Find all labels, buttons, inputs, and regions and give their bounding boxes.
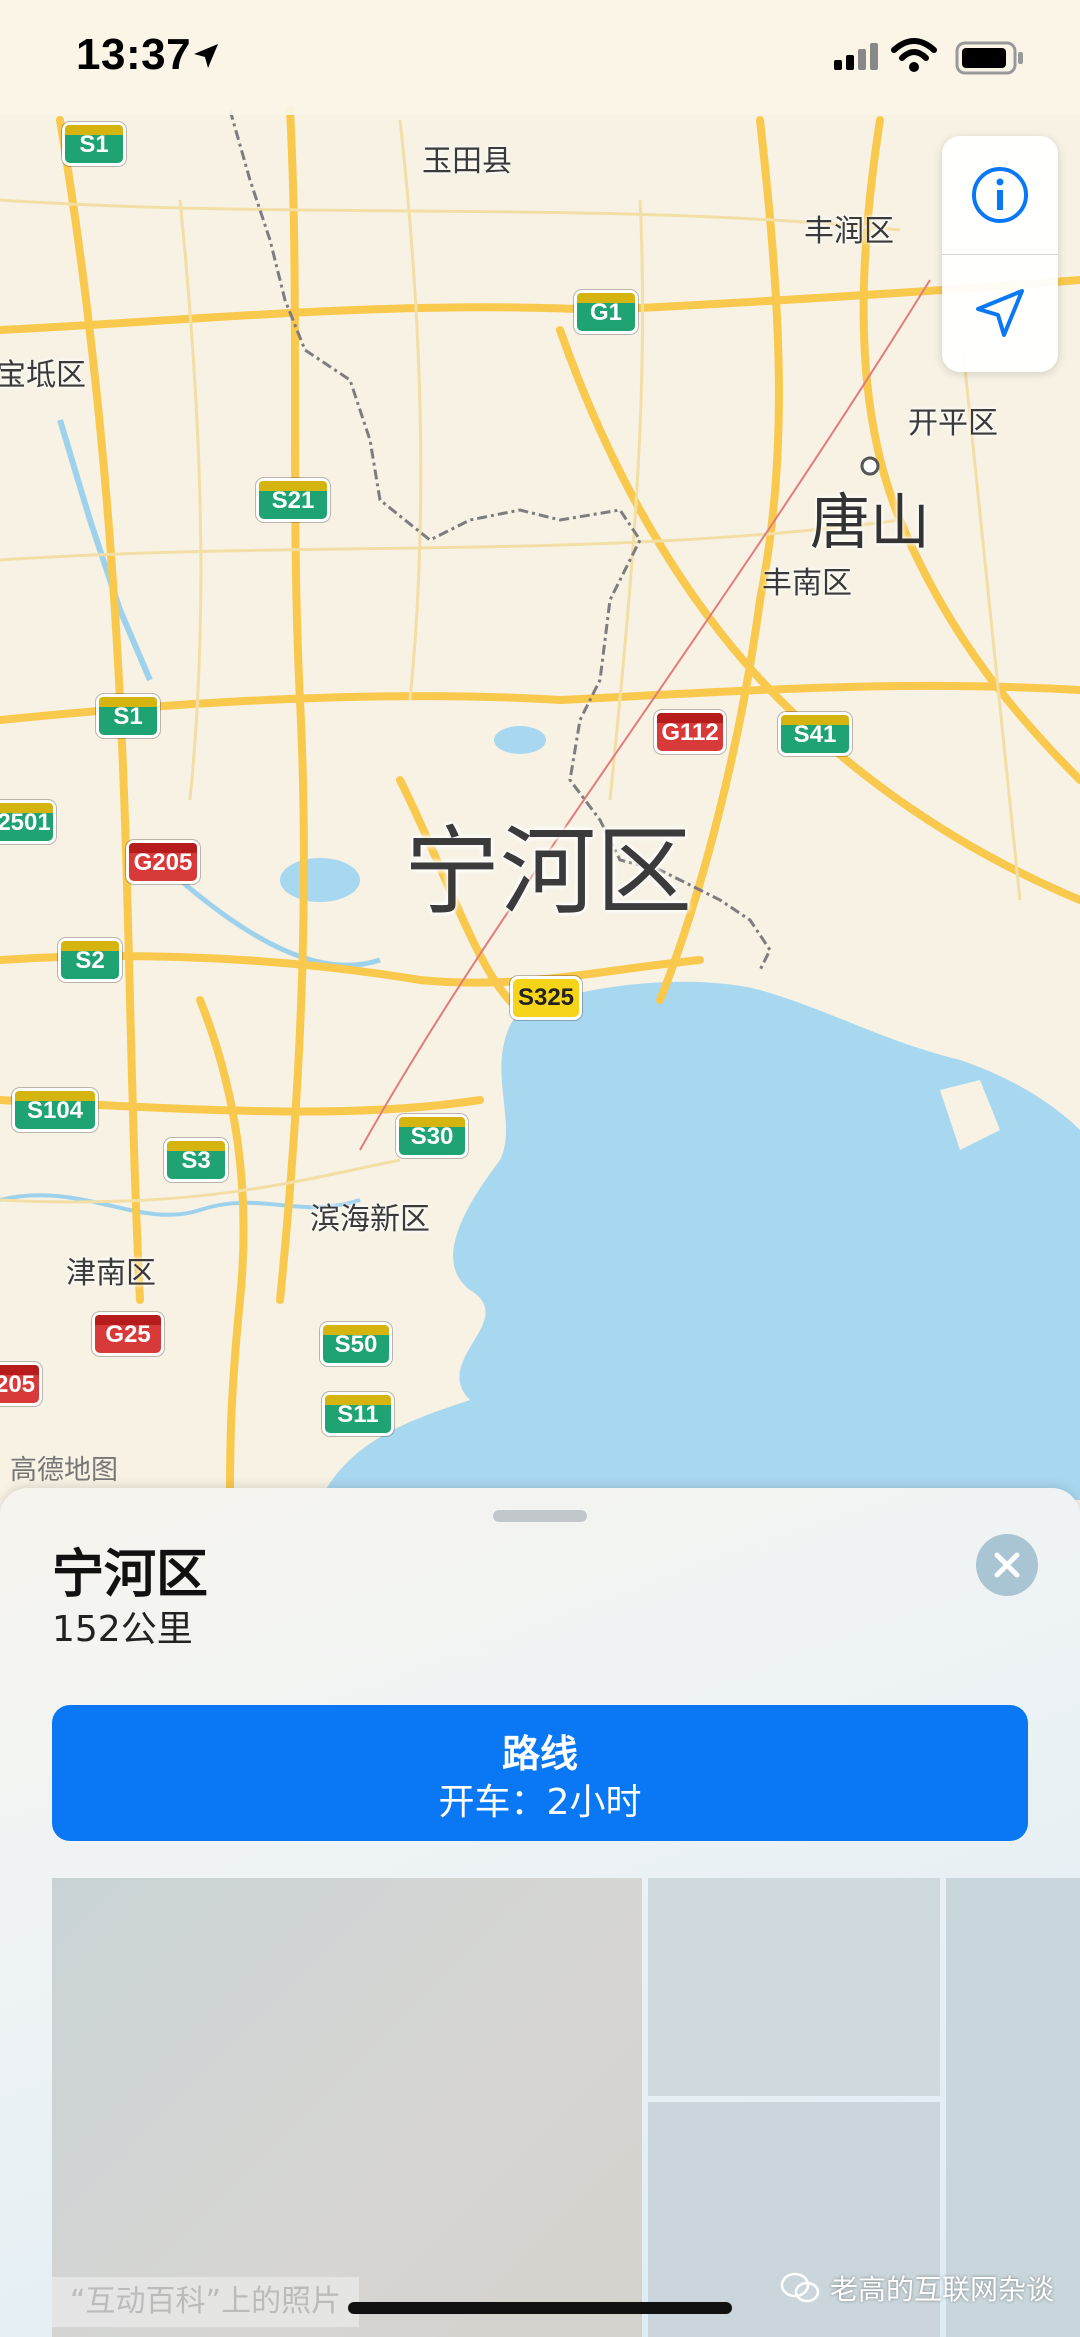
photo-thumb[interactable] <box>648 1878 940 2096</box>
current-location-button[interactable] <box>942 254 1058 372</box>
highway-shield-s1[interactable]: S1 <box>62 122 126 166</box>
location-arrow-icon <box>976 289 1024 337</box>
cellular-signal-icon <box>834 43 878 70</box>
close-icon <box>994 1552 1020 1578</box>
place-title: 宁河区 <box>52 1545 209 1605</box>
highway-shield-s325[interactable]: S325 <box>510 976 582 1020</box>
route-button-title: 路线 <box>501 1732 578 1776</box>
info-button[interactable] <box>942 136 1058 255</box>
close-button[interactable] <box>976 1534 1038 1596</box>
wifi-icon <box>891 38 937 72</box>
highway-shield-g25[interactable]: G25 <box>92 1312 164 1356</box>
map-label-baodi[interactable]: 宝坻区 <box>0 350 86 394</box>
battery-icon <box>955 41 1023 75</box>
status-time: 13:37 <box>76 30 192 79</box>
highway-shield-g112[interactable]: G112 <box>654 710 726 754</box>
status-bar: 13:37 <box>0 0 1080 115</box>
sheet-grabber[interactable] <box>493 1510 587 1522</box>
highway-shield-g1[interactable]: G1 <box>574 290 638 334</box>
highway-shield-s3[interactable]: S3 <box>164 1138 228 1182</box>
map-label-jinnan[interactable]: 津南区 <box>66 1248 156 1292</box>
map-label-yutian[interactable]: 玉田县 <box>422 136 512 180</box>
highway-shield-s11[interactable]: S11 <box>322 1392 394 1436</box>
highway-shield-s1[interactable]: S1 <box>96 694 160 738</box>
map-attribution: 高德地图 <box>10 1455 118 1486</box>
info-icon <box>972 167 1028 223</box>
highway-shield-s21[interactable]: S21 <box>256 478 330 522</box>
map-label-tangshan[interactable]: 唐山 <box>810 474 930 561</box>
map-label-fengnan[interactable]: 丰南区 <box>762 558 852 602</box>
map-label-fengrun[interactable]: 丰润区 <box>804 206 894 250</box>
place-card: 宁河区 152公里 路线 开车：2小时 “互动百科”上的照片 <box>0 1488 1080 2337</box>
highway-shield-2501[interactable]: 2501 <box>0 800 56 844</box>
highway-shield-s2[interactable]: S2 <box>58 938 122 982</box>
photo-main[interactable] <box>52 1878 642 2337</box>
map-controls <box>942 136 1058 372</box>
place-distance: 152公里 <box>52 1609 193 1650</box>
map-canvas[interactable] <box>0 0 1080 1500</box>
watermark-text: 老高的互联网杂谈 <box>830 2273 1055 2306</box>
wechat-icon <box>780 2272 820 2303</box>
route-button[interactable]: 路线 开车：2小时 <box>52 1705 1028 1841</box>
highway-shield-s50[interactable]: S50 <box>320 1322 392 1366</box>
highway-shield-s104[interactable]: S104 <box>12 1088 98 1132</box>
home-indicator[interactable] <box>348 2302 732 2314</box>
location-arrow-icon <box>194 44 218 68</box>
route-button-subtitle: 开车：2小时 <box>438 1782 642 1823</box>
map-label-binhai[interactable]: 滨海新区 <box>310 1194 430 1238</box>
map-label-kaiping[interactable]: 开平区 <box>908 398 998 442</box>
highway-shield-g205[interactable]: G205 <box>126 840 200 884</box>
watermark: 老高的互联网杂谈 <box>780 2268 1054 2308</box>
photo-caption: “互动百科”上的照片 <box>52 2277 360 2327</box>
highway-shield-205[interactable]: 205 <box>0 1362 42 1406</box>
map-label-ninghe[interactable]: 宁河区 <box>404 794 692 933</box>
highway-shield-s41[interactable]: S41 <box>778 712 852 756</box>
highway-shield-s30[interactable]: S30 <box>396 1114 468 1158</box>
